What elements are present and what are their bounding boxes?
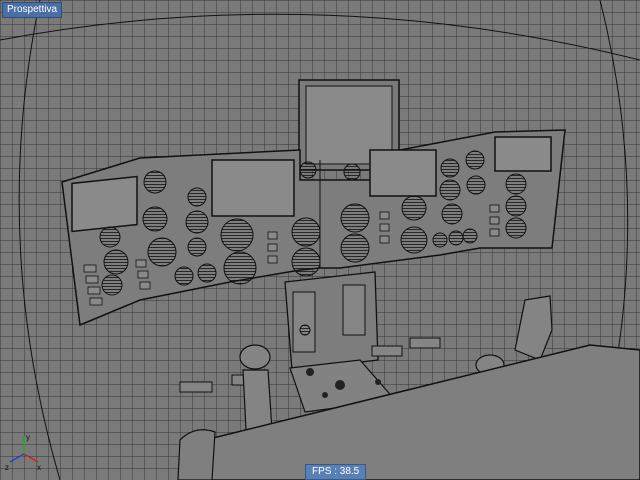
console-panel-left [292,291,316,353]
viewport-view-label[interactable]: Prospettiva [2,2,63,18]
console-knob [299,324,311,336]
screen-center-left [211,159,295,217]
axis-y-label: y [26,433,30,442]
axis-z-label: z [5,463,9,472]
screen-right [494,136,552,172]
cockpit-wireframe-scene [0,0,640,480]
seat-left-edge [177,429,216,480]
console-panel-right [342,284,366,336]
screen-left [71,175,138,233]
fps-counter: FPS : 38.5 [305,464,367,480]
control-yoke-left [239,344,273,431]
3d-viewport[interactable]: Prospettiva x y z FPS : 38.5 [0,0,640,480]
axis-gizmo: x y z [5,433,41,472]
axis-x-label: x [37,463,41,472]
screen-center-right [369,149,437,197]
